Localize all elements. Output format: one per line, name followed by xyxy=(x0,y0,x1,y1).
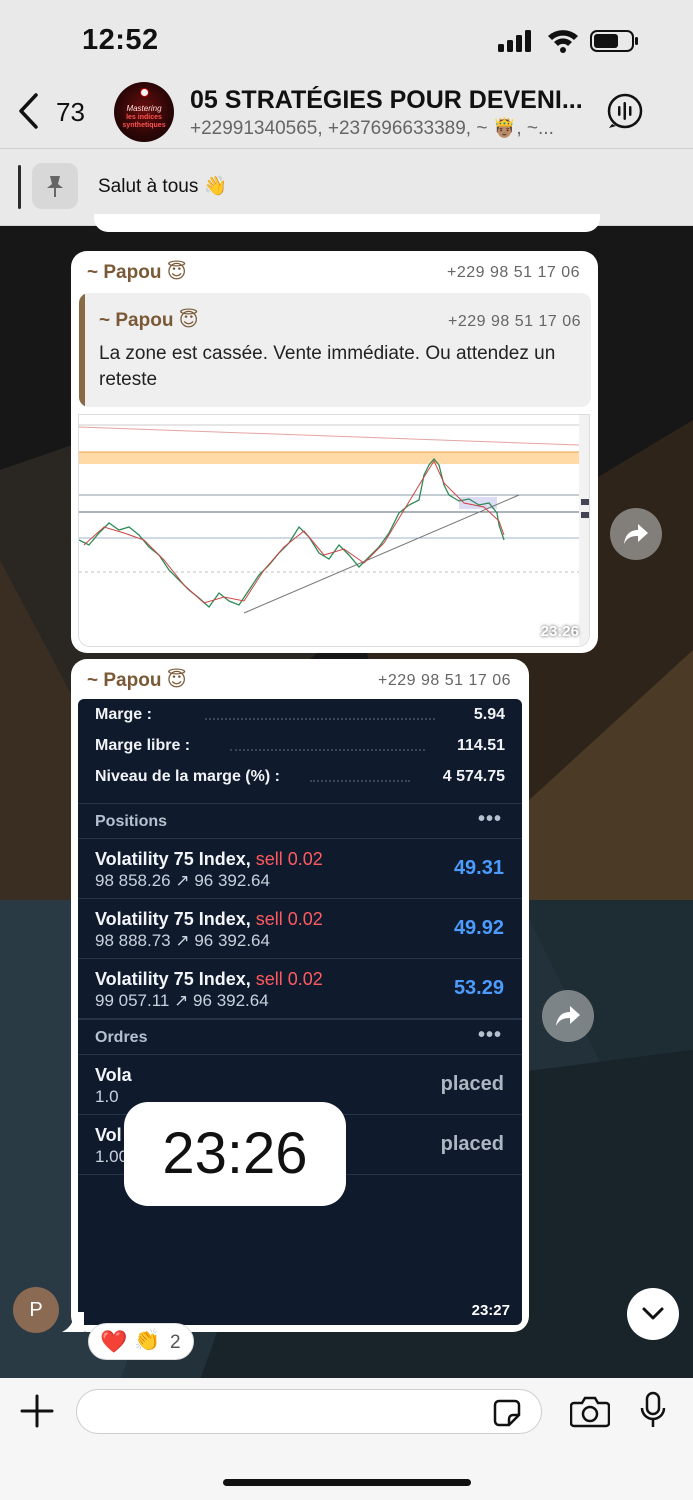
message-bubble[interactable]: ~ Papou 😇 +229 98 51 17 06 ~ Papou 😇 +22… xyxy=(71,251,598,653)
quoted-message[interactable]: ~ Papou 😇 +229 98 51 17 06 La zone est c… xyxy=(79,293,591,407)
forward-arrow-icon xyxy=(556,1006,580,1026)
positions-more-icon: ••• xyxy=(477,808,502,830)
trading-screenshot[interactable]: Marge : 5.94 Marge libre : 114.51 Niveau… xyxy=(78,699,522,1325)
message-sender-phone: +229 98 51 17 06 xyxy=(446,264,580,281)
forward-button[interactable] xyxy=(542,990,594,1042)
pinned-indicator xyxy=(18,165,21,209)
positions-header: Positions ••• xyxy=(78,803,522,839)
position-row: Volatility 75 Index, sell 0.02 99 057.11… xyxy=(78,959,522,1019)
orders-header: Ordres ••• xyxy=(78,1019,522,1055)
status-bar: 12:52 xyxy=(0,0,693,78)
quoted-sender-phone: +229 98 51 17 06 xyxy=(447,313,581,330)
message-input[interactable] xyxy=(76,1389,542,1434)
forward-arrow-icon xyxy=(624,524,648,544)
voice-chat-icon[interactable] xyxy=(606,92,644,130)
margin-row: Marge : 5.94 xyxy=(95,706,505,723)
price-chart-picture xyxy=(79,415,589,646)
chat-header: 73 Mastering les indices synthetiques 05… xyxy=(0,78,693,149)
message-time: 23:27 xyxy=(471,1302,510,1319)
group-members[interactable]: +22991340565, +237696633389, ~ 🤴🏽, ~... xyxy=(190,116,590,140)
quoted-sender: ~ Papou 😇 xyxy=(99,310,199,331)
sticker-icon[interactable] xyxy=(493,1399,521,1427)
reaction-count: 2 xyxy=(170,1332,181,1353)
quoted-text: La zone est cassée. Vente immédiate. Ou … xyxy=(99,343,556,390)
reactions-pill[interactable]: ❤️ 👏 2 xyxy=(88,1323,194,1360)
free-margin-row: Marge libre : 114.51 xyxy=(95,737,505,754)
chevron-down-icon xyxy=(642,1307,664,1320)
camera-icon[interactable] xyxy=(570,1394,610,1428)
cellular-signal-icon xyxy=(498,30,531,52)
bubble-tail xyxy=(62,1312,84,1332)
avatar-text-line2: les indices xyxy=(126,114,162,121)
overlay-time-label: 23:26 xyxy=(124,1102,346,1206)
avatar-text-line3: synthetiques xyxy=(122,122,166,129)
group-title[interactable]: 05 STRATÉGIES POUR DEVENI... xyxy=(190,86,590,115)
sender-avatar[interactable]: P xyxy=(13,1287,59,1333)
heart-reaction-icon: ❤️ xyxy=(100,1329,128,1354)
orders-more-icon: ••• xyxy=(477,1024,502,1046)
group-avatar[interactable]: Mastering les indices synthetiques xyxy=(114,82,174,142)
message-sender[interactable]: ~ Papou 😇 xyxy=(87,669,187,692)
pin-icon xyxy=(32,163,78,209)
back-chevron-icon[interactable] xyxy=(16,92,42,130)
status-time: 12:52 xyxy=(82,24,159,56)
message-sender-phone: +229 98 51 17 06 xyxy=(377,672,511,689)
margin-level-row: Niveau de la marge (%) : 4 574.75 xyxy=(95,768,505,785)
clap-reaction-icon: 👏 xyxy=(134,1329,161,1352)
message-sender[interactable]: ~ Papou 😇 xyxy=(87,261,187,284)
message-bubble[interactable]: ~ Papou 😇 +229 98 51 17 06 Marge : 5.94 … xyxy=(71,659,529,1332)
pinned-text: Salut à tous 👋 xyxy=(98,176,228,197)
previous-message-edge xyxy=(94,214,600,232)
composer-bar xyxy=(0,1378,693,1500)
battery-icon xyxy=(590,30,638,52)
scroll-to-bottom-button[interactable] xyxy=(627,1288,679,1340)
forward-button[interactable] xyxy=(610,508,662,560)
wifi-icon xyxy=(548,30,578,53)
attach-plus-icon[interactable] xyxy=(20,1394,54,1428)
microphone-icon[interactable] xyxy=(640,1391,666,1429)
avatar-logo-icon xyxy=(140,88,149,97)
chart-image[interactable]: 23:26 xyxy=(78,414,590,647)
message-time: 23:26 xyxy=(540,623,579,640)
avatar-text-line1: Mastering xyxy=(126,104,162,113)
home-indicator xyxy=(223,1479,471,1486)
quote-bar xyxy=(79,293,85,407)
position-row: Volatility 75 Index, sell 0.02 98 858.26… xyxy=(78,839,522,899)
position-row: Volatility 75 Index, sell 0.02 98 888.73… xyxy=(78,899,522,959)
back-unread-count[interactable]: 73 xyxy=(56,97,85,128)
